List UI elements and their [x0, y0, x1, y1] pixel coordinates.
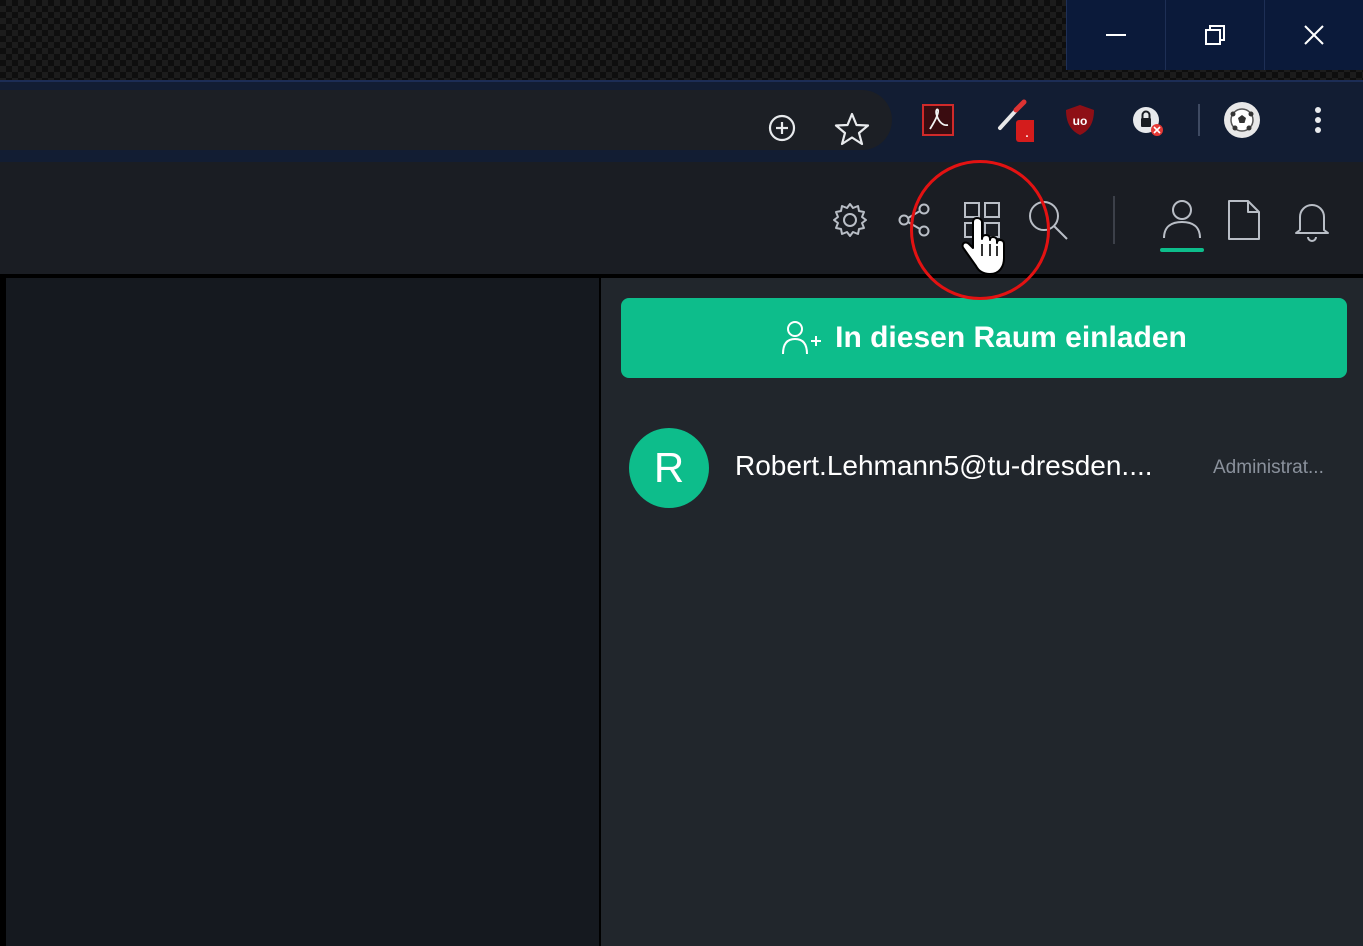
toolbar-separator — [1198, 104, 1200, 136]
color-picker-extension-icon[interactable]: . — [994, 99, 1034, 142]
hand-cursor-icon — [961, 217, 1005, 275]
add-person-icon — [782, 321, 822, 355]
pdf-extension-icon[interactable] — [918, 100, 958, 140]
member-role: Administrat... — [1213, 457, 1324, 478]
notifications-icon[interactable] — [1290, 198, 1334, 242]
password-extension-icon[interactable] — [1128, 100, 1168, 140]
active-tab-indicator — [1160, 248, 1204, 252]
bookmark-star-icon[interactable] — [834, 112, 870, 146]
files-icon[interactable] — [1222, 198, 1266, 242]
people-icon[interactable] — [1160, 198, 1204, 242]
member-list-item[interactable]: R Robert.Lehmann5@tu-dresden.... Adminis… — [629, 428, 1349, 508]
more-menu-icon[interactable] — [1298, 100, 1338, 140]
close-icon — [1304, 25, 1324, 45]
settings-icon[interactable] — [828, 198, 872, 242]
member-list-panel: In diesen Raum einladen R Robert.Lehmann… — [601, 278, 1363, 946]
member-name: Robert.Lehmann5@tu-dresden.... — [735, 450, 1153, 481]
ublock-extension-icon[interactable]: uo — [1060, 100, 1100, 140]
svg-text:uo: uo — [1073, 114, 1088, 128]
room-header — [0, 162, 1363, 276]
browser-toolbar: . uo — [0, 80, 1363, 162]
window-controls — [1066, 0, 1363, 70]
address-bar[interactable] — [0, 90, 892, 150]
restore-icon — [1205, 25, 1225, 45]
zoom-icon[interactable] — [766, 112, 798, 144]
close-button[interactable] — [1264, 0, 1363, 70]
restore-button[interactable] — [1165, 0, 1264, 70]
minimize-button[interactable] — [1066, 0, 1165, 70]
timeline-area — [6, 278, 600, 946]
header-separator — [1113, 196, 1115, 244]
profile-avatar-icon[interactable] — [1222, 100, 1262, 140]
window-titlebar — [0, 0, 1363, 80]
member-avatar: R — [629, 428, 709, 508]
invite-button-label: In diesen Raum einladen — [835, 321, 1187, 354]
invite-to-room-button[interactable]: In diesen Raum einladen — [621, 298, 1347, 378]
minimize-icon — [1106, 34, 1126, 36]
extension-badge: . — [1025, 124, 1029, 141]
